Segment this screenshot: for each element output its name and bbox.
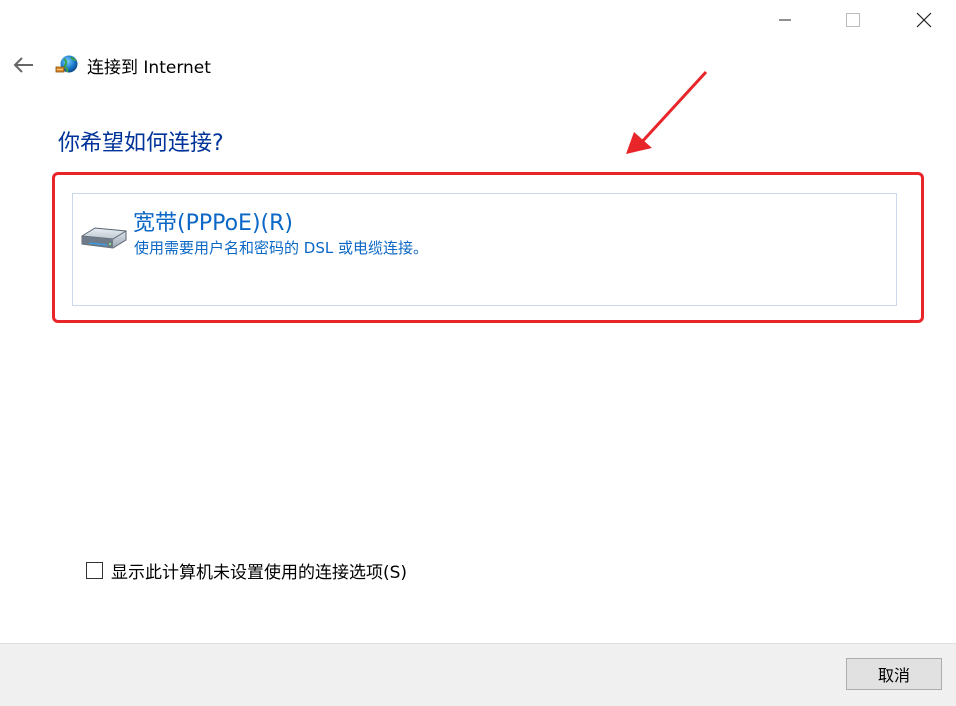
option-description: 使用需要用户名和密码的 DSL 或电缆连接。 [134,239,428,257]
option-broadband-pppoe[interactable]: 宽带(PPPoE)(R) 使用需要用户名和密码的 DSL 或电缆连接。 [72,193,897,306]
option-title: 宽带(PPPoE)(R) [133,211,293,236]
connect-to-internet-window: 连接到 Internet 你希望如何连接? 宽带(PPPoE)(R) 使用需要用… [0,0,956,706]
maximize-button[interactable] [830,0,876,40]
back-button[interactable] [8,50,38,80]
close-icon [916,12,932,28]
show-all-options-label: 显示此计算机未设置使用的连接选项(S) [111,563,408,583]
minimize-icon [779,19,791,21]
page-heading: 你希望如何连接? [58,131,224,156]
window-title: 连接到 Internet [87,58,211,78]
minimize-button[interactable] [762,0,808,40]
show-all-options-checkbox[interactable] [86,562,103,579]
maximize-icon [846,13,860,27]
dialog-footer: 取消 [0,643,956,706]
annotation-arrow-icon [626,70,708,154]
back-arrow-icon [13,57,33,73]
show-all-options-row[interactable]: 显示此计算机未设置使用的连接选项(S) [86,558,407,583]
close-button[interactable] [901,0,947,40]
cancel-button[interactable]: 取消 [846,658,942,690]
modem-icon [81,227,127,249]
globe-network-icon [55,55,78,73]
